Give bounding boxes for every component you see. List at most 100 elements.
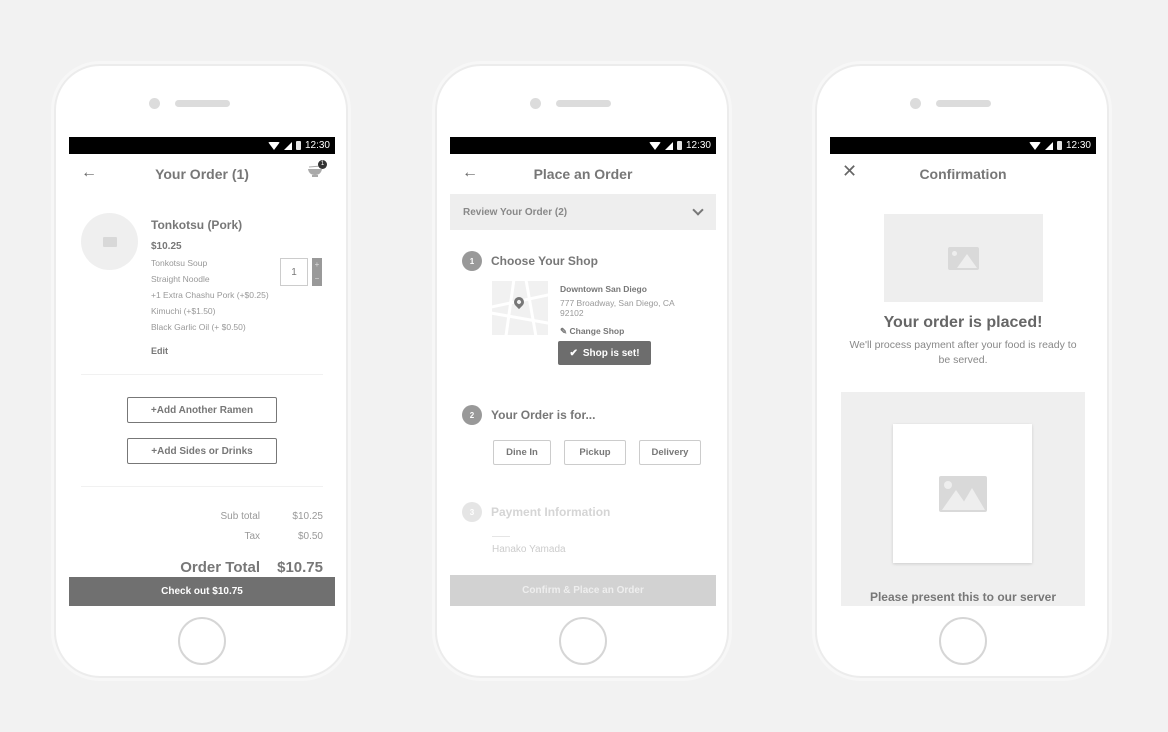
close-icon[interactable]: ✕ (842, 161, 857, 182)
order-type-options: Dine In Pickup Delivery (450, 440, 716, 465)
order-item: Tonkotsu (Pork) $10.25 Tonkotsu Soup Str… (69, 194, 335, 374)
page-title: Confirmation (919, 166, 1007, 182)
image-placeholder-icon (947, 246, 979, 270)
quantity-stepper: + − (312, 258, 322, 286)
item-option: Kimuchi (+$1.50) (151, 306, 216, 316)
step-payment: 3 Payment Information (450, 502, 716, 522)
app-bar: ✕ Confirmation (830, 154, 1096, 194)
image-placeholder-icon (938, 475, 987, 512)
step-number: 1 (462, 251, 482, 271)
add-buttons: +Add Another Ramen +Add Sides or Drinks (69, 375, 335, 486)
tax-row: Tax $0.50 (69, 526, 335, 546)
item-option: Tonkotsu Soup (151, 258, 208, 268)
review-order-label: Review Your Order (2) (463, 206, 568, 218)
camera (149, 98, 160, 109)
image-placeholder-icon (102, 236, 117, 247)
back-arrow-icon[interactable]: ← (81, 164, 97, 182)
order-code-panel: Please present this to our server (841, 392, 1085, 606)
step-order-type: 2 Your Order is for... (450, 405, 716, 425)
order-total-value: $10.75 (277, 558, 323, 576)
delivery-button[interactable]: Delivery (639, 440, 701, 465)
order-total-label: Order Total (180, 558, 260, 576)
battery-icon (295, 141, 301, 150)
item-name: Tonkotsu (Pork) (151, 218, 243, 232)
step-title: Your Order is for... (491, 408, 596, 422)
speaker (175, 100, 230, 107)
change-shop-label: Change Shop (569, 326, 625, 336)
home-button[interactable] (178, 617, 226, 665)
home-button[interactable] (939, 617, 987, 665)
edit-item-link[interactable]: Edit (151, 346, 269, 356)
status-bar: 12:30 (69, 137, 335, 154)
wifi-icon (648, 141, 661, 150)
add-another-ramen-button[interactable]: +Add Another Ramen (127, 397, 277, 423)
checkout-button[interactable]: Check out $10.75 (69, 577, 335, 606)
tax-value: $0.50 (297, 530, 323, 542)
pencil-icon: ✎ (560, 326, 568, 336)
subtotal-label: Sub total (220, 510, 260, 522)
status-time: 12:30 (304, 140, 330, 151)
present-to-server-caption: Please present this to our server (869, 590, 1057, 604)
order-placed-message: We'll process payment after your food is… (849, 339, 1077, 366)
item-price: $10.25 (151, 241, 182, 252)
shop-address: 777 Broadway, San Diego, CA 92102 (560, 298, 675, 318)
screen: 12:30 ← Place an Order Review Your Order… (450, 137, 716, 606)
hero-image-placeholder (883, 214, 1043, 302)
item-option: Straight Noodle (151, 274, 210, 284)
app-bar: ← Your Order (1) 1 (69, 154, 335, 194)
status-time: 12:30 (1065, 140, 1091, 151)
home-button[interactable] (559, 617, 607, 665)
subtotal-value: $10.25 (292, 510, 323, 522)
phone-your-order: 12:30 ← Your Order (1) 1 Tonkotsu (Pork)… (54, 64, 348, 678)
order-placed-title: Your order is placed! (883, 314, 1043, 331)
item-option: +1 Extra Chashu Pork (+$0.25) (151, 290, 269, 300)
quantity-field[interactable]: 1 (280, 258, 308, 286)
order-code-card (893, 424, 1032, 563)
order-total-row: Order Total $10.75 (69, 556, 335, 578)
shop-name: Downtown San Diego (560, 284, 647, 294)
payment-name: Hanako Yamada (492, 544, 566, 555)
shop-is-set-label: Shop is set! (582, 347, 640, 359)
signal-icon (1044, 141, 1053, 150)
decrement-button[interactable]: − (312, 272, 322, 286)
page-title: Your Order (1) (155, 166, 249, 182)
battery-icon (676, 141, 682, 150)
change-shop-link[interactable]: ✎ Change Shop (560, 326, 690, 337)
item-thumbnail (81, 213, 138, 270)
status-time: 12:30 (685, 140, 711, 151)
signal-icon (283, 141, 292, 150)
screen: 12:30 ← Your Order (1) 1 Tonkotsu (Pork)… (69, 137, 335, 606)
page-title: Place an Order (533, 166, 633, 182)
item-option: Black Garlic Oil (+ $0.50) (151, 322, 246, 332)
step-number: 2 (462, 405, 482, 425)
shop-details: Downtown San Diego 777 Broadway, San Die… (450, 271, 716, 341)
wifi-icon (267, 141, 280, 150)
status-bar: 12:30 (830, 137, 1096, 154)
signal-icon (664, 141, 673, 150)
back-arrow-icon[interactable]: ← (462, 164, 478, 182)
phone-place-order: 12:30 ← Place an Order Review Your Order… (435, 64, 729, 678)
dine-in-button[interactable]: Dine In (493, 440, 551, 465)
status-bar: 12:30 (450, 137, 716, 154)
add-sides-drinks-button[interactable]: +Add Sides or Drinks (127, 438, 277, 464)
screen: 12:30 ✕ Confirmation Your order is place… (830, 137, 1096, 606)
cart-count-badge: 1 (318, 160, 327, 169)
speaker (936, 100, 991, 107)
confirm-place-order-button[interactable]: Confirm & Place an Order (450, 575, 716, 606)
step-title: Choose Your Shop (491, 254, 598, 268)
camera (910, 98, 921, 109)
subtotal-row: Sub total $10.25 (69, 506, 335, 526)
shop-is-set-button[interactable]: ✔ Shop is set! (558, 341, 651, 365)
step-title: Payment Information (491, 505, 611, 519)
order-totals: Sub total $10.25 Tax $0.50 Order Total $… (69, 487, 335, 578)
step-choose-shop: 1 Choose Your Shop (450, 251, 716, 271)
tax-label: Tax (244, 530, 260, 542)
divider (492, 536, 510, 537)
map-thumbnail[interactable] (492, 281, 548, 335)
cart-button[interactable]: 1 (307, 160, 327, 182)
increment-button[interactable]: + (312, 258, 322, 272)
battery-icon (1056, 141, 1062, 150)
review-order-accordion[interactable]: Review Your Order (2) (450, 194, 716, 230)
wifi-icon (1028, 141, 1041, 150)
pickup-button[interactable]: Pickup (564, 440, 626, 465)
